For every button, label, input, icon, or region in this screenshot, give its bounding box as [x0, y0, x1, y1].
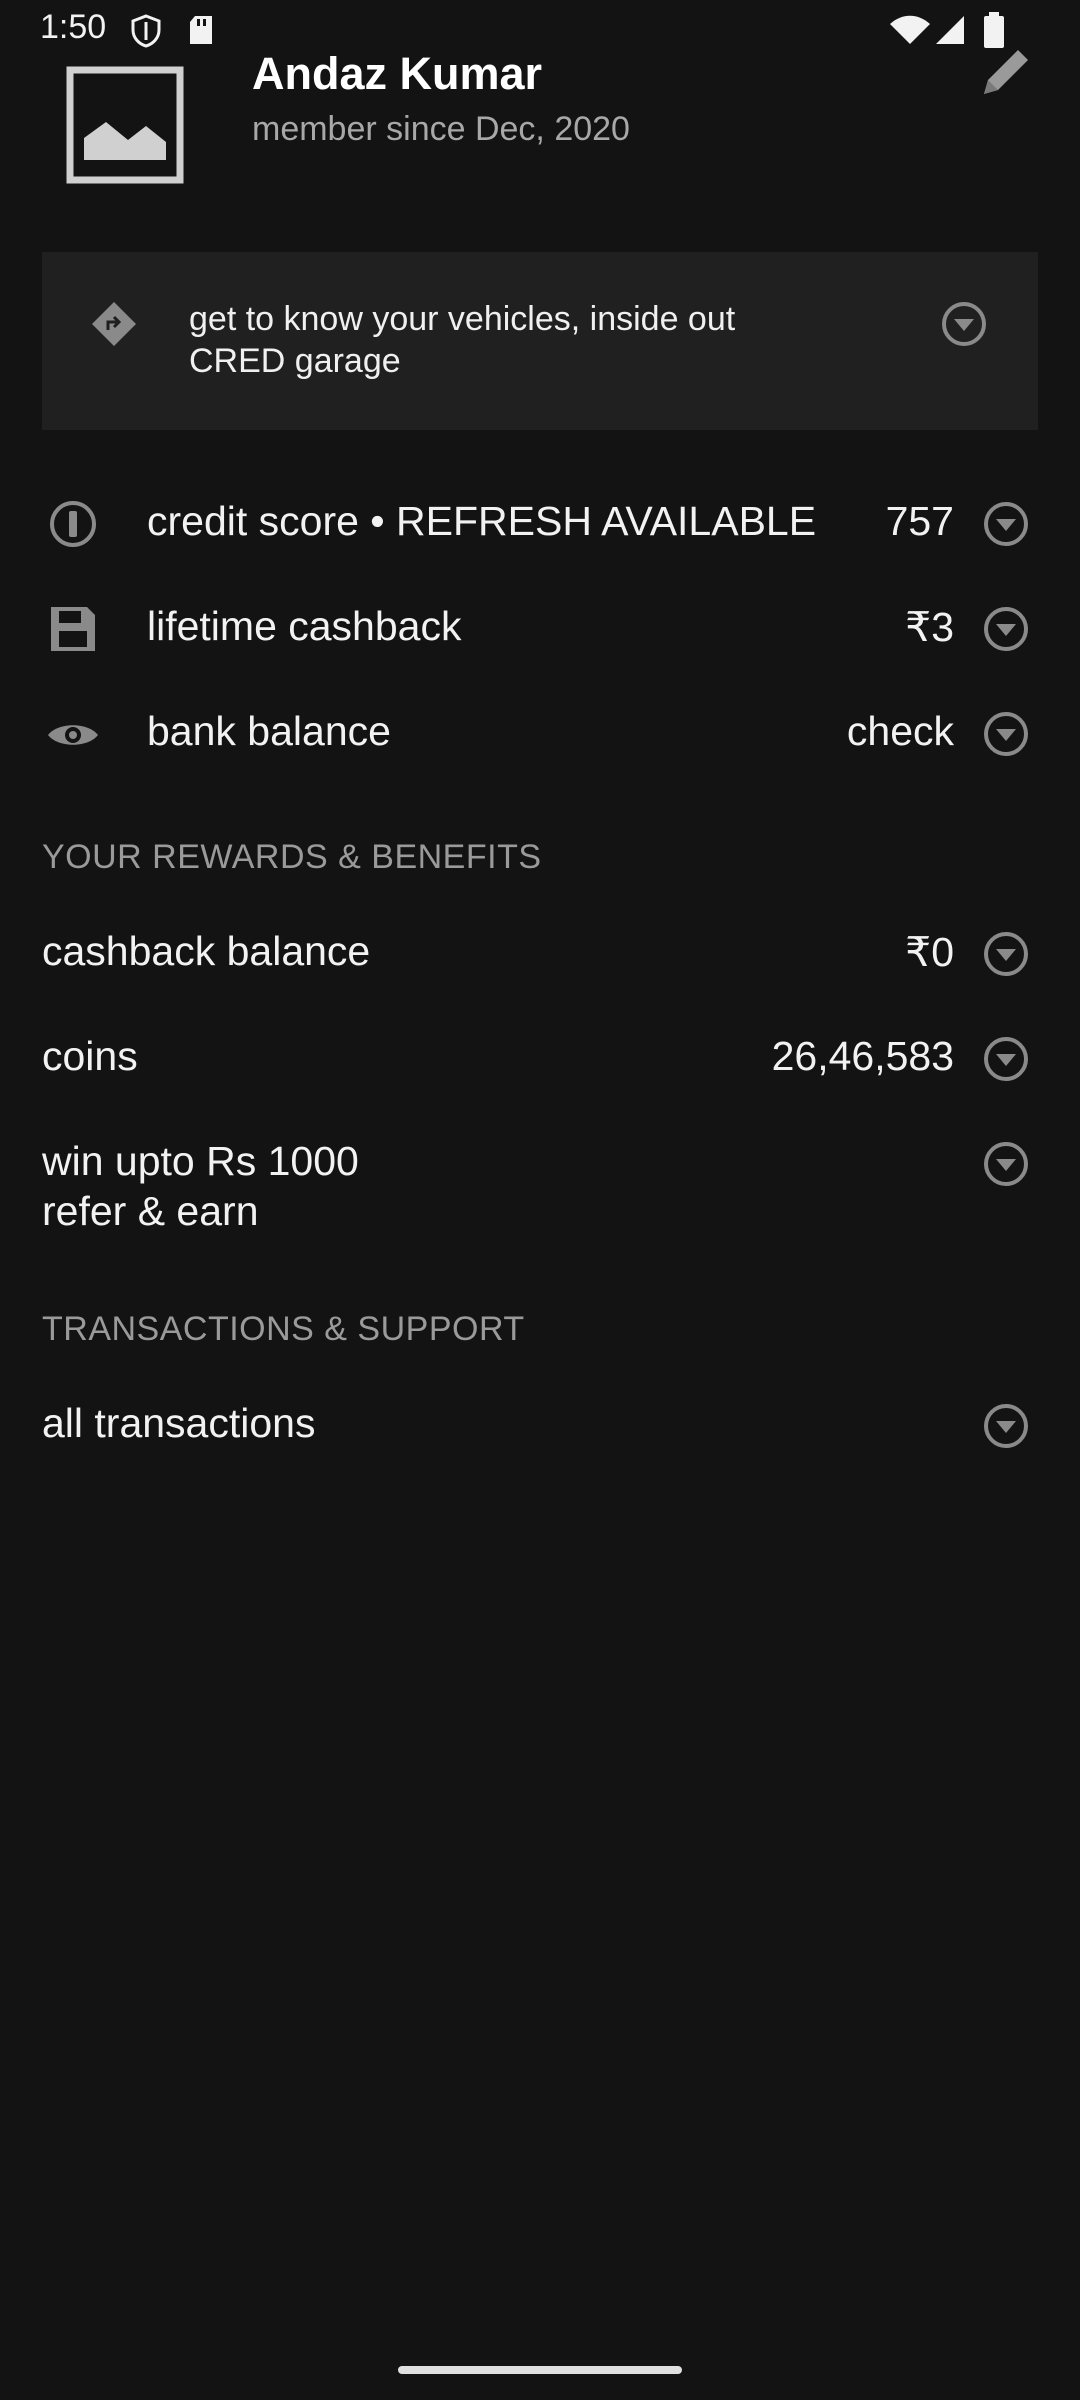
profile-name: Andaz Kumar [252, 48, 543, 99]
coins-value: 26,46,583 [771, 1033, 954, 1079]
floppy-disk-icon [51, 607, 95, 651]
chevron-down-icon[interactable] [982, 1035, 1030, 1083]
member-since: member since Dec, 2020 [252, 110, 630, 148]
support-section-title: TRANSACTIONS & SUPPORT [42, 1310, 525, 1348]
eye-icon [48, 725, 98, 745]
directions-diamond-icon [92, 302, 136, 346]
avatar-placeholder-icon[interactable] [66, 66, 184, 184]
chevron-down-icon[interactable] [982, 605, 1030, 653]
info-circle-icon [50, 501, 96, 547]
edit-pencil-icon[interactable] [976, 44, 1034, 102]
cashback-balance-value: ₹0 [905, 929, 954, 975]
credit-score-value: 757 [885, 498, 954, 544]
chevron-down-icon[interactable] [982, 1402, 1030, 1450]
chevron-down-icon[interactable] [982, 930, 1030, 978]
bank-balance-label[interactable]: bank balance [147, 708, 391, 755]
promo-title: CRED garage [189, 342, 401, 380]
refer-earn-tagline[interactable]: win upto Rs 1000 [42, 1138, 359, 1185]
refer-earn-label[interactable]: refer & earn [42, 1188, 259, 1235]
chevron-down-icon[interactable] [982, 500, 1030, 548]
shield-icon [131, 14, 161, 48]
signal-icon [936, 16, 964, 44]
rewards-section-title: YOUR REWARDS & BENEFITS [42, 838, 542, 876]
cashback-balance-label[interactable]: cashback balance [42, 928, 370, 975]
lifetime-cashback-label[interactable]: lifetime cashback [147, 603, 461, 650]
bank-balance-value[interactable]: check [654, 708, 954, 755]
status-time: 1:50 [40, 8, 107, 46]
cred-garage-card[interactable] [42, 252, 1038, 430]
home-indicator[interactable] [398, 2366, 682, 2374]
chevron-down-icon[interactable] [982, 710, 1030, 758]
chevron-down-icon[interactable] [940, 300, 988, 348]
coins-label[interactable]: coins [42, 1033, 138, 1080]
promo-tagline: get to know your vehicles, inside out [189, 300, 736, 338]
all-transactions-label[interactable]: all transactions [42, 1400, 315, 1447]
wifi-icon [890, 15, 930, 44]
sd-card-icon [190, 16, 212, 44]
lifetime-cashback-value: ₹3 [905, 604, 954, 650]
battery-icon [984, 12, 1004, 48]
chevron-down-icon[interactable] [982, 1140, 1030, 1188]
